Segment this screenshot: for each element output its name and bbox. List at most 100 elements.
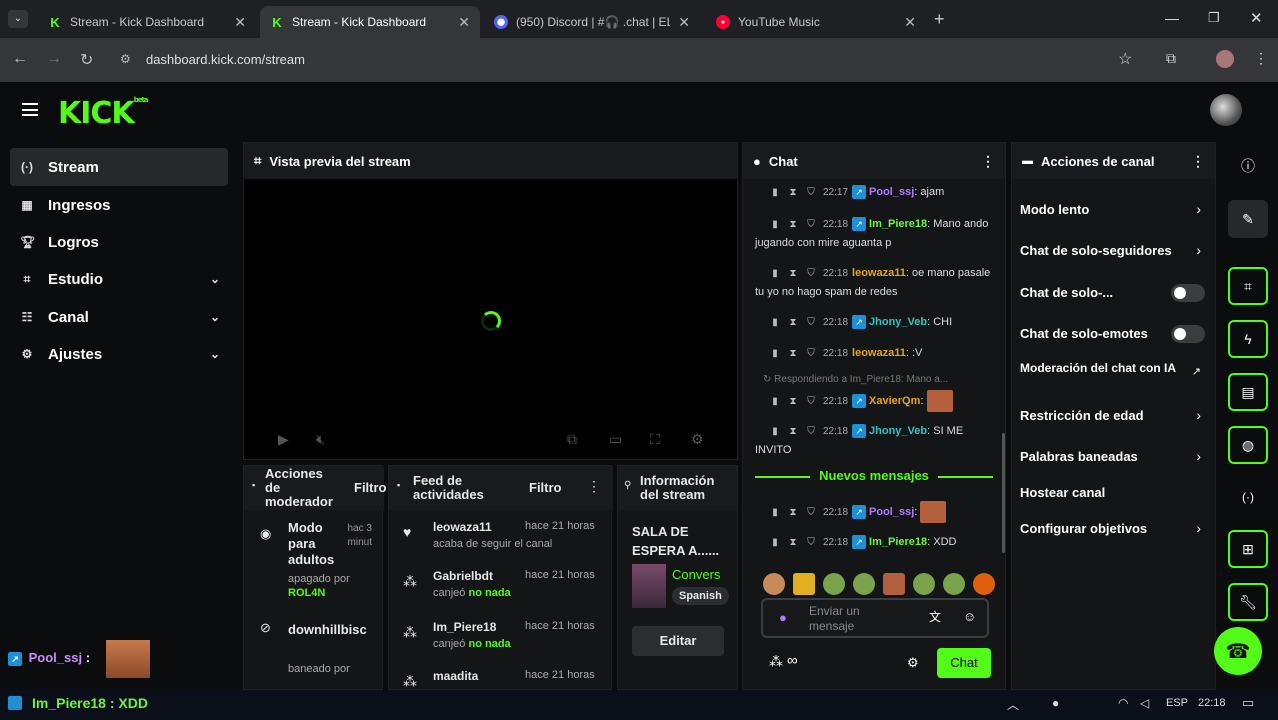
trash-icon[interactable]: ▮ — [769, 216, 781, 234]
ban-icon[interactable]: ⛉ — [805, 423, 817, 441]
volume-icon[interactable]: ◁ — [1140, 696, 1149, 710]
trash-icon[interactable]: ▮ — [769, 265, 781, 283]
ban-icon[interactable]: ⛉ — [805, 504, 817, 522]
emote-icon[interactable] — [763, 573, 785, 595]
chat-username[interactable]: Jhony_Veb — [869, 316, 927, 328]
minimize-icon[interactable]: — — [1165, 10, 1179, 26]
trash-icon[interactable]: ▮ — [769, 504, 781, 522]
timeout-icon[interactable]: ⧗ — [787, 314, 799, 332]
browser-tab-active[interactable]: K Stream - Kick Dashboard ✕ — [260, 6, 480, 38]
chat-username[interactable]: Im_Piere18 — [869, 218, 927, 230]
chat-username[interactable]: Pool_ssj — [869, 186, 914, 198]
ban-icon[interactable]: ⛉ — [805, 345, 817, 363]
preview-widget-icon[interactable]: ⌗ — [1228, 267, 1268, 305]
tab-search-icon[interactable]: ⌄ — [8, 10, 28, 28]
mic-icon[interactable]: ● — [779, 610, 787, 625]
kebab-icon[interactable]: ⋮ — [1191, 153, 1205, 170]
ban-icon[interactable]: ⛉ — [805, 534, 817, 552]
fullscreen-icon[interactable]: ⛶ — [650, 431, 660, 448]
user-avatar[interactable] — [1210, 94, 1242, 126]
chat-username[interactable]: XavierQm — [869, 395, 920, 407]
edit-icon[interactable]: ✎ — [1228, 200, 1268, 238]
timeout-icon[interactable]: ⧗ — [787, 534, 799, 552]
notes-icon[interactable]: ▤ — [1228, 373, 1268, 411]
profile-avatar[interactable] — [1216, 50, 1234, 68]
feed-user[interactable]: maadita — [433, 669, 478, 683]
trash-icon[interactable]: ▮ — [769, 423, 781, 441]
window-close-icon[interactable]: ✕ — [1250, 9, 1263, 27]
close-icon[interactable]: ✕ — [904, 14, 916, 31]
clock[interactable]: 22:18 — [1198, 697, 1226, 709]
timeout-icon[interactable]: ⧗ — [787, 393, 799, 411]
sidebar-item-ajustes[interactable]: ⚙ Ajustes ⌄ — [10, 335, 228, 373]
emote-icon[interactable] — [883, 573, 905, 595]
close-icon[interactable]: ✕ — [678, 14, 690, 31]
close-icon[interactable]: ✕ — [234, 14, 246, 31]
mod-action-by[interactable]: ROL4N — [288, 587, 325, 599]
headset-support-icon[interactable]: ☎ — [1214, 627, 1262, 675]
ban-icon[interactable]: ⛉ — [805, 265, 817, 283]
info-icon[interactable]: ⓘ — [1228, 147, 1268, 185]
extensions-icon[interactable]: ⧉ — [1166, 50, 1176, 67]
timeout-icon[interactable]: ⧗ — [787, 345, 799, 363]
kebab-icon[interactable]: ⋮ — [732, 478, 737, 495]
chat-username[interactable]: Im_Piere18 — [869, 536, 927, 548]
browser-tab[interactable]: ● YouTube Music ✕ — [706, 6, 926, 38]
notifications-icon[interactable]: ▭ — [1242, 695, 1254, 711]
timeout-icon[interactable]: ⧗ — [787, 184, 799, 202]
browser-menu-icon[interactable]: ⋮ — [1254, 50, 1268, 67]
chat-widget-icon[interactable]: ◍ — [1228, 426, 1268, 464]
trash-icon[interactable]: ▮ — [769, 184, 781, 202]
sidebar-item-ingresos[interactable]: ▦ Ingresos — [10, 186, 228, 224]
mute-icon[interactable]: 🔇︎ — [316, 431, 325, 448]
timeout-icon[interactable]: ⧗ — [787, 216, 799, 234]
site-info-icon[interactable]: ⚙ — [120, 52, 131, 66]
language-indicator[interactable]: ESP — [1166, 697, 1188, 709]
emote-icon[interactable] — [913, 573, 935, 595]
trash-icon[interactable]: ▮ — [769, 534, 781, 552]
chat-username[interactable]: leowaza11 — [852, 267, 906, 279]
wifi-icon[interactable]: ◠ — [1118, 696, 1128, 710]
back-icon[interactable]: ← — [12, 50, 28, 68]
chat-username[interactable]: Jhony_Veb — [869, 425, 927, 437]
tray-chevron-icon[interactable]: ︿ — [1007, 696, 1019, 713]
play-icon[interactable]: ▶ — [278, 431, 289, 448]
emote-icon[interactable] — [823, 573, 845, 595]
chat-settings-icon[interactable]: ⚙ — [907, 655, 919, 671]
timeout-icon[interactable]: ⧗ — [787, 265, 799, 283]
sidebar-item-canal[interactable]: ☷ Canal ⌄ — [10, 298, 228, 336]
close-icon[interactable]: ✕ — [458, 14, 470, 31]
sidebar-item-logros[interactable]: 🏆︎ Logros — [10, 223, 228, 261]
forward-icon[interactable]: → — [46, 50, 62, 68]
trash-icon[interactable]: ▮ — [769, 345, 781, 363]
infinity-icon[interactable]: ∞ — [787, 652, 798, 669]
maximize-icon[interactable]: ❐ — [1208, 10, 1220, 26]
menu-icon[interactable] — [22, 103, 38, 116]
player-settings-icon[interactable]: ⚙ — [691, 431, 704, 448]
mod-widget-icon[interactable]: ⊞ — [1228, 530, 1268, 568]
tools-icon[interactable]: 🔧︎ — [1228, 583, 1268, 621]
tray-mic-icon[interactable]: ● — [1052, 696, 1059, 710]
emote-icon[interactable] — [853, 573, 875, 595]
kick-points-icon[interactable]: ⁂ — [769, 653, 783, 670]
video-player[interactable]: ▶ 🔇︎ ⧉ ▭ ⛶ ⚙ — [244, 179, 737, 459]
emote-icon[interactable] — [973, 573, 995, 595]
feed-user[interactable]: Im_Piere18 — [433, 620, 496, 634]
ban-icon[interactable]: ⛉ — [805, 314, 817, 332]
sidebar-item-estudio[interactable]: ⌗ Estudio ⌄ — [10, 260, 228, 298]
chat-input[interactable]: ● Enviar un mensaje 文 ☺ — [761, 598, 989, 638]
trash-icon[interactable]: ▮ — [769, 393, 781, 411]
subs-only-toggle[interactable] — [1171, 284, 1205, 302]
filter-button[interactable]: Filtro — [354, 480, 387, 495]
url-input[interactable]: dashboard.kick.com/stream — [146, 52, 305, 67]
broadcast-icon[interactable]: (·) — [1228, 478, 1268, 516]
browser-tab[interactable]: K Stream - Kick Dashboard ✕ — [38, 6, 256, 38]
sidebar-item-stream[interactable]: (·) Stream — [10, 148, 228, 186]
chat-username[interactable]: leowaza11 — [852, 347, 906, 359]
browser-tab[interactable]: ⬤ (950) Discord | #🎧 .chat | EL... ✕ — [484, 6, 700, 38]
ban-icon[interactable]: ⛉ — [805, 216, 817, 234]
filter-button[interactable]: Filtro — [529, 480, 562, 495]
new-tab-icon[interactable]: + — [934, 9, 945, 30]
kick-logo[interactable]: KICKbeta — [58, 96, 149, 131]
feed-user[interactable]: leowaza11 — [433, 520, 492, 534]
